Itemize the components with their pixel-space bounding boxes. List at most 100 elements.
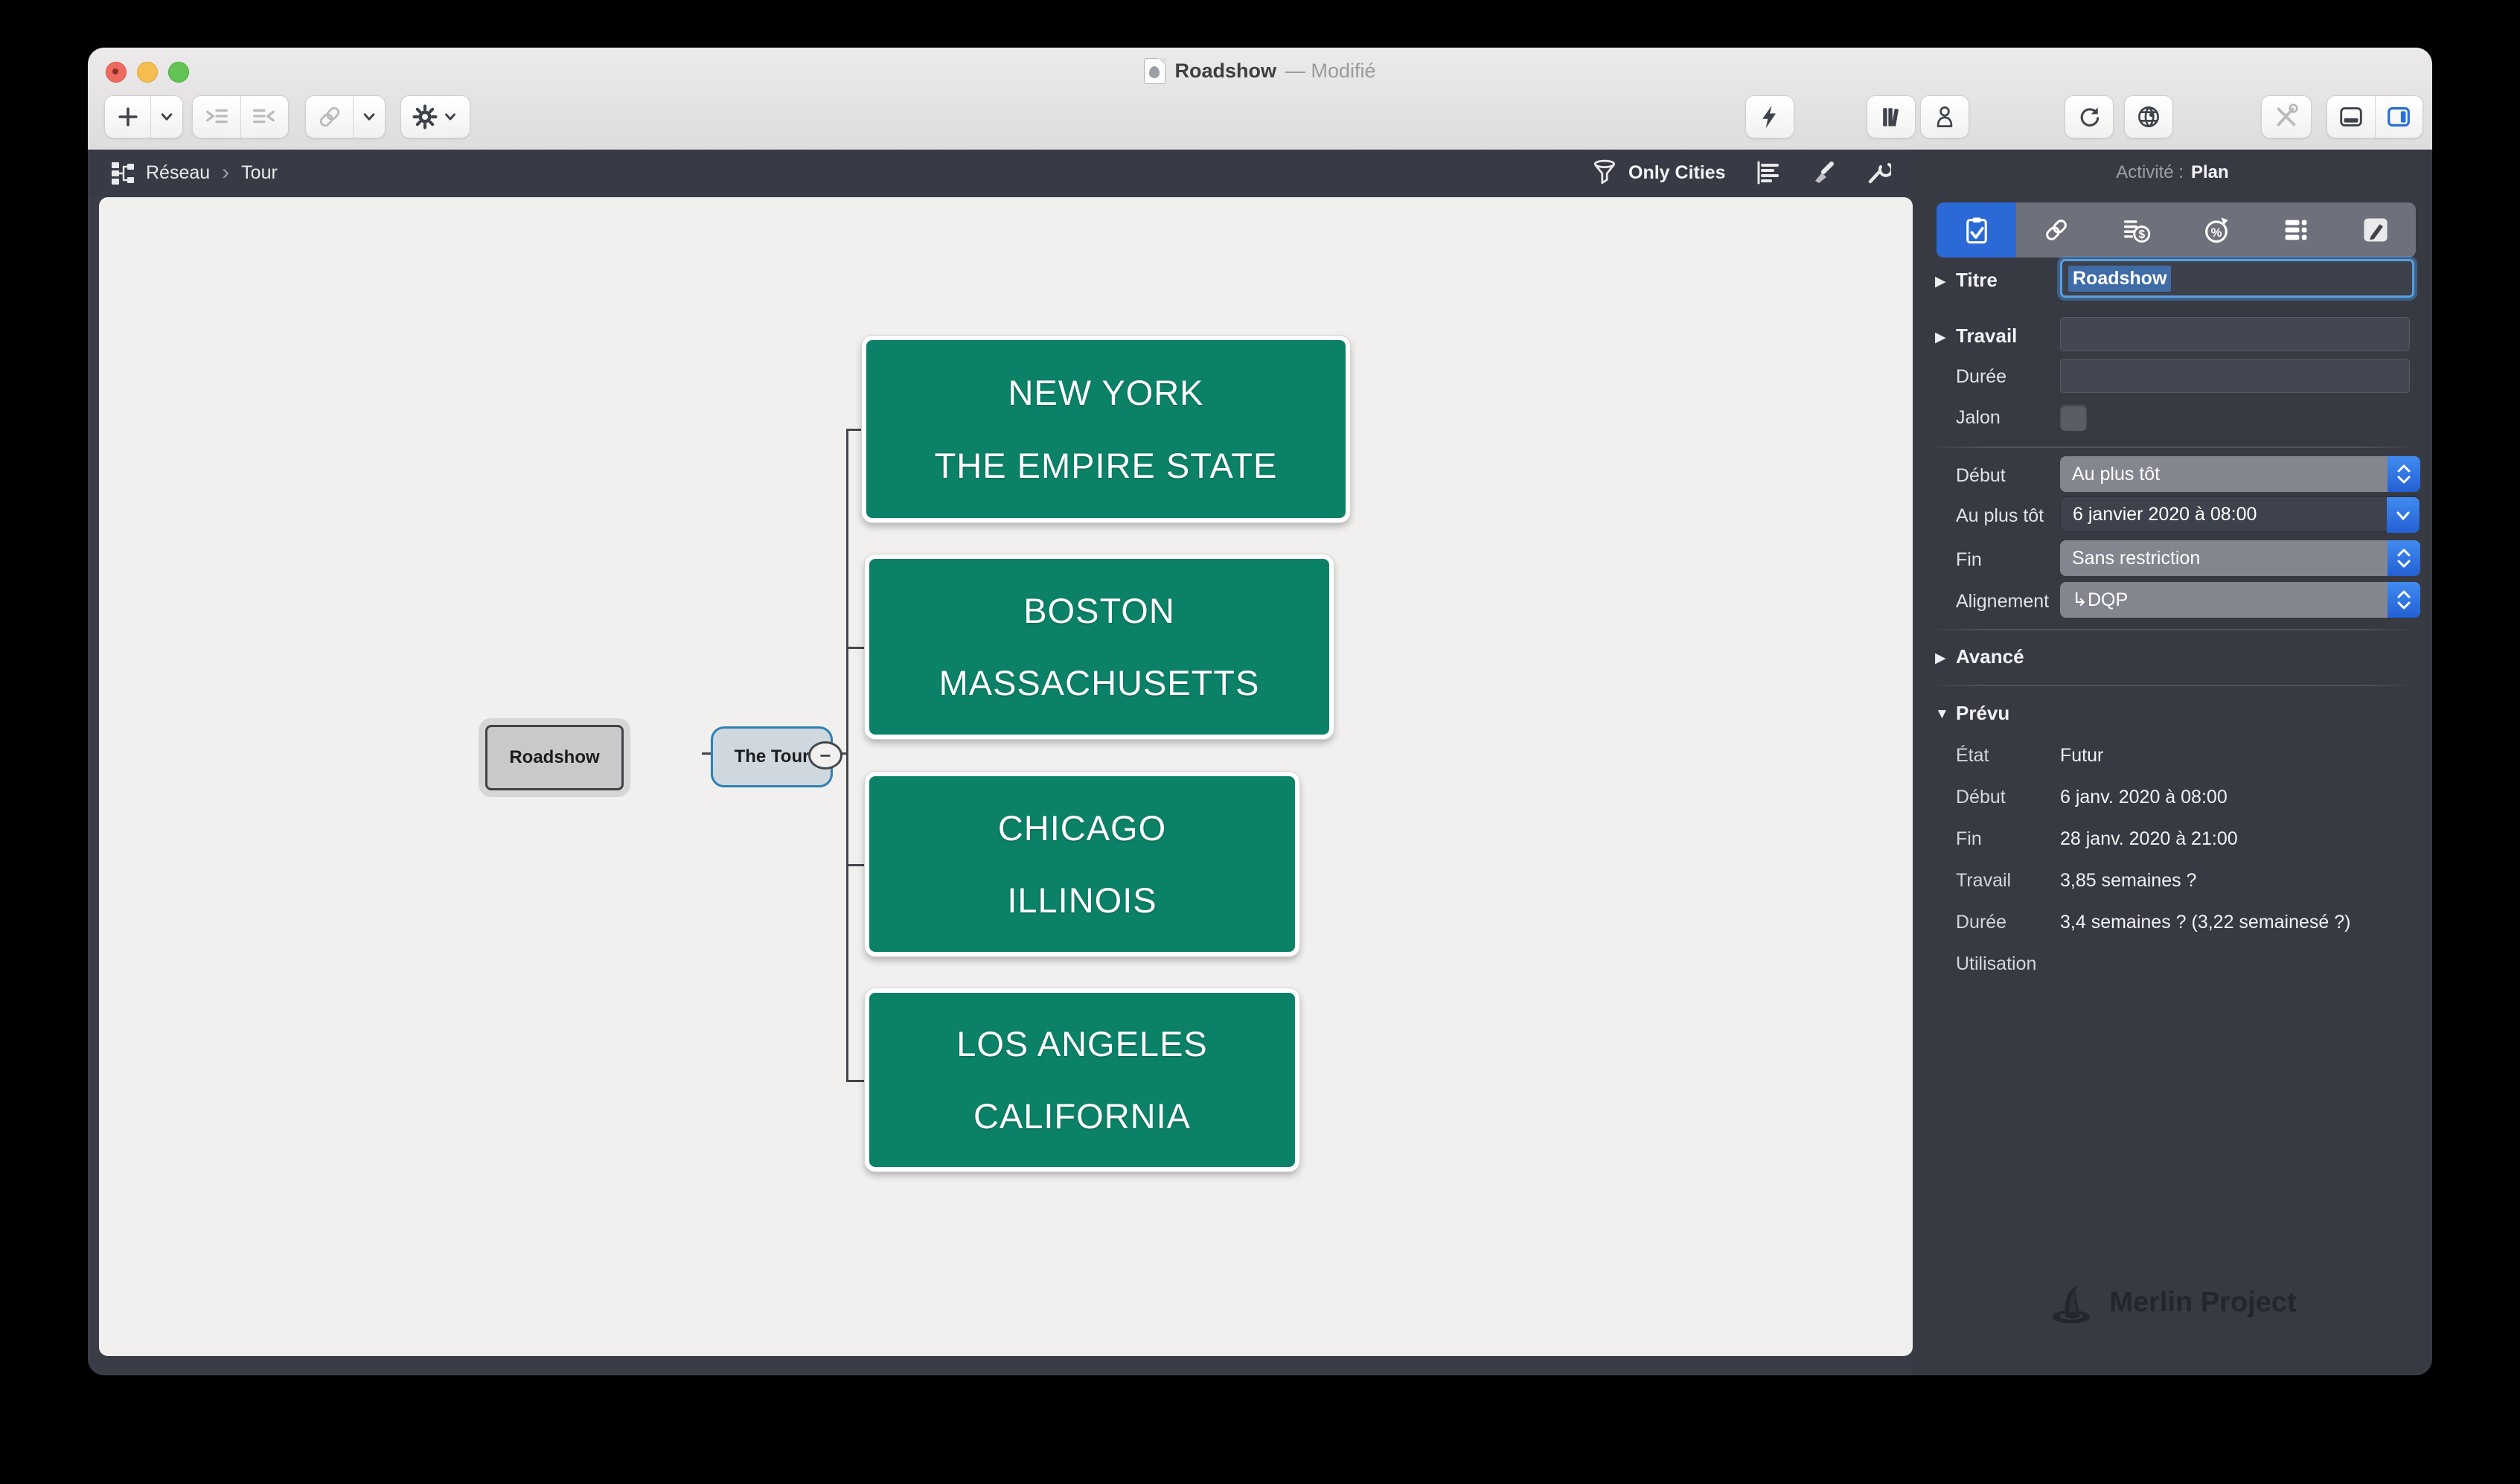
connector-stub [846, 1080, 865, 1082]
disclosure-travail-icon[interactable]: ▶ [1935, 329, 1946, 346]
breadcrumb-item[interactable]: Tour [241, 162, 278, 184]
insert-button-group [104, 95, 183, 138]
activity-title: LOS ANGELES [956, 1024, 1208, 1064]
rows-icon [2285, 220, 2307, 240]
bottom-panel-toggle[interactable] [2327, 96, 2375, 138]
popup-chevrons-icon [2388, 582, 2420, 618]
chevron-down-icon [445, 113, 455, 121]
chevron-down-icon [161, 113, 173, 121]
prevu-label: Prévu [1956, 702, 2010, 724]
disclosure-prevu-icon[interactable]: ▼ [1935, 706, 1949, 723]
svg-text:$: $ [2139, 228, 2146, 241]
indent-button[interactable] [193, 96, 240, 138]
filter-funnel-icon [1593, 159, 1616, 185]
activity-box-los-angeles[interactable]: LOS ANGELES CALIFORNIA [865, 988, 1299, 1171]
activity-header: Activité : Plan [1913, 150, 2432, 196]
tab-links[interactable] [2016, 202, 2096, 258]
activity-subtitle: THE EMPIRE STATE [934, 446, 1278, 485]
library-books-icon [1883, 108, 1899, 127]
etat-label: État [1956, 745, 1989, 766]
duree-input[interactable] [2060, 359, 2410, 393]
lightning-icon [1762, 105, 1777, 129]
titre-value: Roadshow [2068, 265, 2172, 292]
node-roadshow[interactable]: Roadshow [485, 725, 624, 790]
filter-chip[interactable]: Only Cities [1591, 159, 1726, 186]
disclosure-avance-icon[interactable]: ▶ [1935, 650, 1946, 667]
outdent-button[interactable] [240, 96, 289, 138]
activity-header-value: Plan [2191, 162, 2229, 182]
sync-button[interactable] [2065, 95, 2114, 138]
tools-button[interactable] [2261, 95, 2312, 138]
prevu-travail-label: Travail [1956, 870, 2012, 891]
prevu-debut-label: Début [1956, 787, 2006, 807]
link-activities-button[interactable] [306, 96, 353, 138]
library-button[interactable] [1867, 95, 1916, 138]
duree-label: Durée [1956, 366, 2007, 387]
tab-progress[interactable]: % [2176, 202, 2256, 258]
titre-label: Titre [1956, 269, 1998, 291]
node-roadshow-label: Roadshow [509, 747, 600, 767]
collapse-toggle[interactable]: − [808, 741, 842, 770]
right-sidebar-icon [2388, 106, 2411, 127]
action-menu-button[interactable] [400, 95, 470, 138]
travail-input[interactable] [2060, 317, 2410, 351]
svg-text:%: % [2210, 226, 2222, 240]
jalon-checkbox[interactable] [2060, 404, 2087, 431]
add-options-button[interactable] [150, 96, 182, 138]
link-button-group [305, 95, 386, 138]
person-icon [1937, 106, 1953, 127]
prevu-debut-value: 6 janv. 2020 à 08:00 [2060, 787, 2228, 807]
window-title: Roadshow — Modifié [88, 58, 2432, 84]
toolbar [88, 95, 2432, 149]
connector-stub [846, 429, 862, 431]
fin-popup[interactable]: Sans restriction [2060, 540, 2420, 576]
activity-box-chicago[interactable]: CHICAGO ILLINOIS [865, 772, 1299, 956]
activity-box-boston[interactable]: BOSTON MASSACHUSETTS [865, 554, 1334, 739]
debut-value: Au plus tôt [2072, 463, 2161, 484]
tab-finances[interactable]: $ [2097, 202, 2176, 258]
titre-input[interactable]: Roadshow [2060, 259, 2414, 298]
activity-box-new-york[interactable]: NEW YORK THE EMPIRE STATE [862, 336, 1350, 522]
breadcrumb-view[interactable]: Réseau [146, 162, 210, 184]
activity-subtitle: CALIFORNIA [973, 1096, 1192, 1136]
prevu-fin-label: Fin [1956, 828, 1982, 849]
connector-stub [846, 647, 865, 649]
tab-style[interactable] [2336, 202, 2416, 258]
merlin-watermark-text: Merlin Project [2109, 1286, 2297, 1318]
debut-popup[interactable]: Au plus tôt [2060, 456, 2420, 492]
network-wheel-icon [2138, 106, 2159, 127]
document-icon [1144, 58, 1166, 84]
utilisation-label: Utilisation [1956, 953, 2037, 974]
merlin-watermark: Merlin Project [1913, 1279, 2432, 1325]
cost-icon: $ [2124, 220, 2151, 243]
add-activity-button[interactable] [105, 96, 150, 138]
node-the-tour-label: The Tour [734, 746, 810, 767]
link-icon [2046, 220, 2067, 240]
fin-label: Fin [1956, 549, 1982, 570]
plus-icon [118, 107, 138, 127]
au-plus-tot-combo[interactable]: 6 janvier 2020 à 08:00 [2060, 496, 2420, 533]
conflicts-button[interactable] [1745, 95, 1794, 138]
link-icon [319, 106, 339, 127]
network-settings-button[interactable] [2124, 95, 2173, 138]
network-canvas[interactable]: Roadshow The Tour − NEW YORK THE EMPIRE … [99, 197, 1913, 1356]
gear-icon [412, 104, 438, 129]
disclosure-titre-icon[interactable]: ▶ [1935, 273, 1946, 290]
resources-button[interactable] [1920, 95, 1969, 138]
link-options-button[interactable] [353, 96, 385, 138]
tab-plan[interactable] [1937, 202, 2017, 258]
window-title-text: Roadshow [1174, 60, 1276, 82]
right-sidebar-toggle[interactable] [2374, 96, 2423, 138]
breadcrumb[interactable]: Réseau › Tour [110, 150, 278, 196]
align-text-icon[interactable] [1754, 159, 1781, 186]
divider [1929, 447, 2417, 448]
format-brush-icon[interactable] [1809, 159, 1836, 186]
chevron-down-icon [363, 113, 375, 121]
debut-label: Début [1956, 465, 2006, 486]
sync-icon [2080, 107, 2100, 127]
connector-line [702, 752, 711, 755]
alignement-popup[interactable]: ↳DQP [2060, 582, 2420, 618]
popup-chevrons-icon [2388, 456, 2420, 492]
settings-wrench-icon[interactable] [1864, 159, 1891, 186]
tab-utilization[interactable] [2256, 202, 2335, 258]
